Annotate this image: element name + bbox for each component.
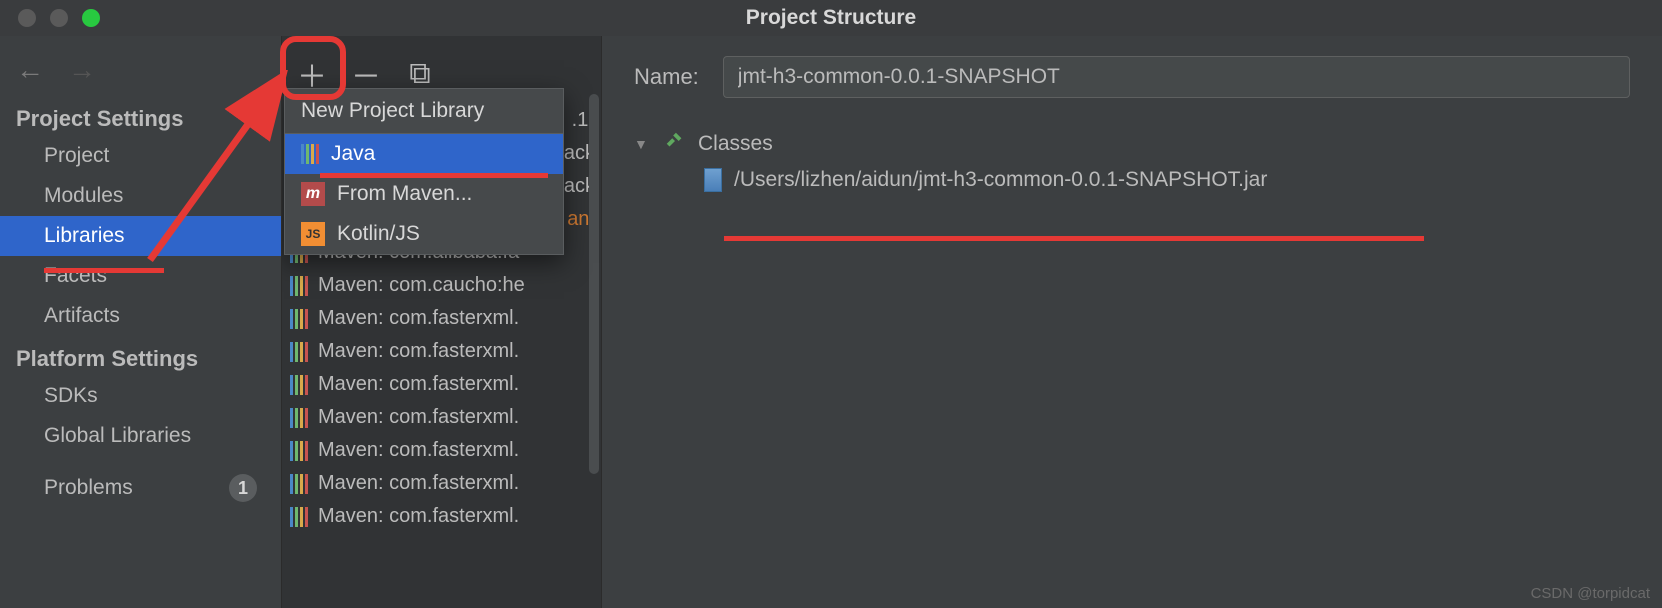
list-item[interactable]: Maven: com.fasterxml. — [282, 467, 601, 500]
close-icon[interactable] — [18, 9, 36, 27]
sidebar-item-project[interactable]: Project — [0, 136, 281, 176]
sidebar-item-modules[interactable]: Modules — [0, 176, 281, 216]
watermark: CSDN @torpidcat — [1531, 585, 1650, 602]
minimize-icon[interactable] — [50, 9, 68, 27]
maximize-icon[interactable] — [82, 9, 100, 27]
scrollbar[interactable] — [589, 94, 599, 474]
forward-icon[interactable]: → — [68, 54, 96, 86]
library-icon — [290, 309, 308, 329]
list-item[interactable]: Maven: com.fasterxml. — [282, 335, 601, 368]
window-title: Project Structure — [746, 6, 916, 30]
sidebar-item-libraries[interactable]: Libraries — [0, 216, 281, 256]
list-item[interactable]: Maven: com.fasterxml. — [282, 500, 601, 533]
problems-label: Problems — [44, 476, 133, 500]
popup-item-java[interactable]: Java — [285, 134, 563, 174]
sidebar-item-global-libraries[interactable]: Global Libraries — [0, 416, 281, 456]
classes-label: Classes — [698, 132, 773, 156]
library-icon — [290, 342, 308, 362]
list-item[interactable]: Maven: com.fasterxml. — [282, 368, 601, 401]
jar-tree-item[interactable]: /Users/lizhen/aidun/jmt-h3-common-0.0.1-… — [634, 162, 1630, 198]
window-controls — [0, 9, 100, 27]
name-label: Name: — [634, 64, 699, 90]
back-icon[interactable]: ← — [16, 54, 44, 86]
list-item[interactable]: Maven: com.fasterxml. — [282, 302, 601, 335]
sidebar: ← → Project Settings Project Modules Lib… — [0, 36, 282, 608]
problems-badge: 1 — [229, 474, 257, 502]
jar-icon — [704, 168, 722, 192]
sidebar-item-artifacts[interactable]: Artifacts — [0, 296, 281, 336]
list-item[interactable]: Maven: com.fasterxml. — [282, 401, 601, 434]
sidebar-item-problems[interactable]: Problems 1 — [0, 456, 281, 510]
chevron-down-icon[interactable]: ▼ — [634, 136, 652, 152]
section-header-platform-settings: Platform Settings — [0, 336, 281, 376]
name-input[interactable] — [723, 56, 1630, 98]
library-icon — [290, 408, 308, 428]
list-item[interactable]: Maven: com.caucho:he — [282, 269, 601, 302]
titlebar: Project Structure — [0, 0, 1662, 36]
maven-icon: m — [301, 182, 325, 206]
library-list-panel: ＋ － ⧉ .1- ack ack an. Maven: com.alibaba… — [282, 36, 602, 608]
classes-tree-node[interactable]: ▼ Classes — [634, 126, 1630, 162]
jar-path: /Users/lizhen/aidun/jmt-h3-common-0.0.1-… — [734, 168, 1267, 192]
sidebar-item-facets[interactable]: Facets — [0, 256, 281, 296]
popup-item-kotlinjs[interactable]: JS Kotlin/JS — [285, 214, 563, 254]
copy-button[interactable]: ⧉ — [402, 57, 438, 91]
section-header-project-settings: Project Settings — [0, 96, 281, 136]
sidebar-item-sdks[interactable]: SDKs — [0, 376, 281, 416]
library-icon — [290, 276, 308, 296]
new-library-popup: New Project Library Java m From Maven...… — [284, 88, 564, 255]
popup-title: New Project Library — [285, 89, 563, 134]
library-icon — [290, 474, 308, 494]
hammer-icon — [664, 130, 686, 158]
detail-panel: Name: ▼ Classes /Users/lizhen/aidun/jmt-… — [602, 36, 1662, 608]
library-icon — [290, 507, 308, 527]
kotlinjs-icon: JS — [301, 222, 325, 246]
popup-item-maven[interactable]: m From Maven... — [285, 174, 563, 214]
library-icon — [290, 441, 308, 461]
library-icon — [301, 144, 319, 164]
library-icon — [290, 375, 308, 395]
list-item[interactable]: Maven: com.fasterxml. — [282, 434, 601, 467]
